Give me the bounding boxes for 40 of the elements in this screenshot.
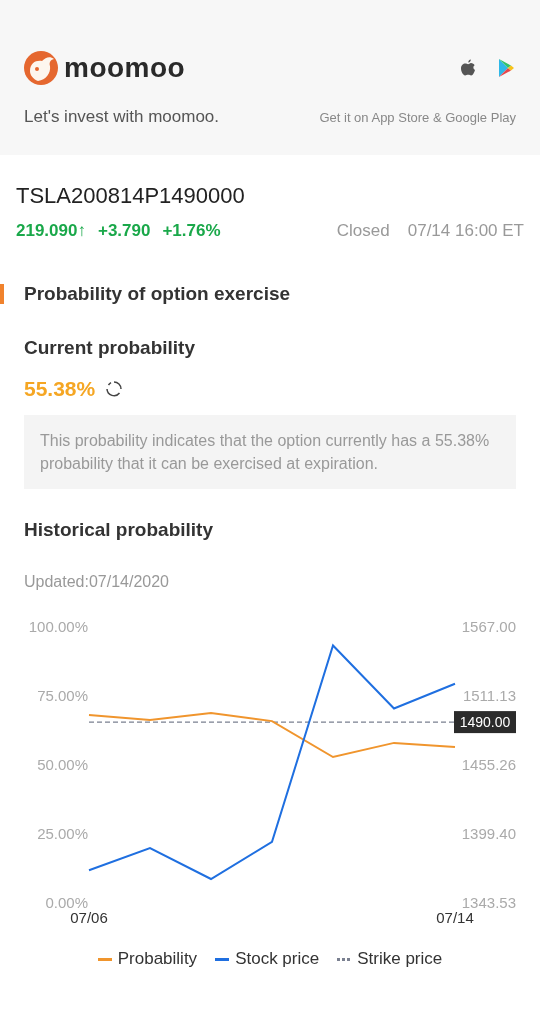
right-axis-label: 1399.40 (461, 825, 516, 842)
current-heading: Current probability (24, 337, 196, 359)
left-axis-label: 25.00% (37, 825, 88, 842)
section-title: Probability of option exercise (24, 283, 291, 305)
tagline: Let's invest with moomoo. (24, 107, 220, 127)
ref-line-label: 1490.00 (459, 714, 511, 731)
right-axis-label: 1511.13 (462, 687, 516, 704)
updated-date: Updated:07/14/2020 (24, 573, 170, 591)
right-axis-label: 1343.53 (461, 894, 516, 911)
left-axis-label: 0.00% (45, 894, 88, 911)
refresh-icon[interactable] (105, 380, 124, 398)
current-probability: 55.38% (24, 377, 96, 401)
left-axis-label: 100.00% (28, 618, 88, 635)
legend-label: Stock price (235, 949, 320, 969)
right-axis-label: 1455.26 (461, 756, 516, 773)
line-icon (215, 957, 230, 961)
left-axis-label: 50.00% (37, 756, 88, 773)
left-axis-label: 75.00% (37, 687, 88, 704)
probability-note: This probability indicates that the option currently has a 55.38% probability that it can be exercised at expiration. (24, 415, 516, 489)
percent-change: +1.76% (162, 221, 221, 241)
last-price: 219.090↑ (16, 221, 86, 241)
section-marker (0, 284, 4, 304)
play-store-icon[interactable] (498, 58, 514, 78)
price-change: +3.790 (97, 221, 151, 241)
apple-icon[interactable] (460, 59, 476, 77)
historical-heading: Historical probability (24, 519, 214, 541)
logo-icon (24, 51, 58, 85)
brand-name: moomoo (64, 52, 186, 84)
right-axis-label: 1567.00 (461, 618, 516, 635)
legend-label: Strike price (357, 949, 443, 969)
dashed-line-icon (337, 957, 352, 961)
legend-label: Probability (117, 949, 198, 969)
line-icon (97, 957, 112, 961)
date-label: 07/14 (436, 909, 474, 925)
strike-tag: 1490.00 (454, 711, 516, 734)
quote-time: 07/14 16:00 ET (407, 221, 524, 241)
date-label: 07/06 (70, 909, 108, 925)
option-symbol: TSLA200814P1490000 (16, 183, 246, 209)
store-caption: Get it on App Store & Google Play (319, 110, 516, 125)
market-status: Closed (336, 221, 390, 241)
